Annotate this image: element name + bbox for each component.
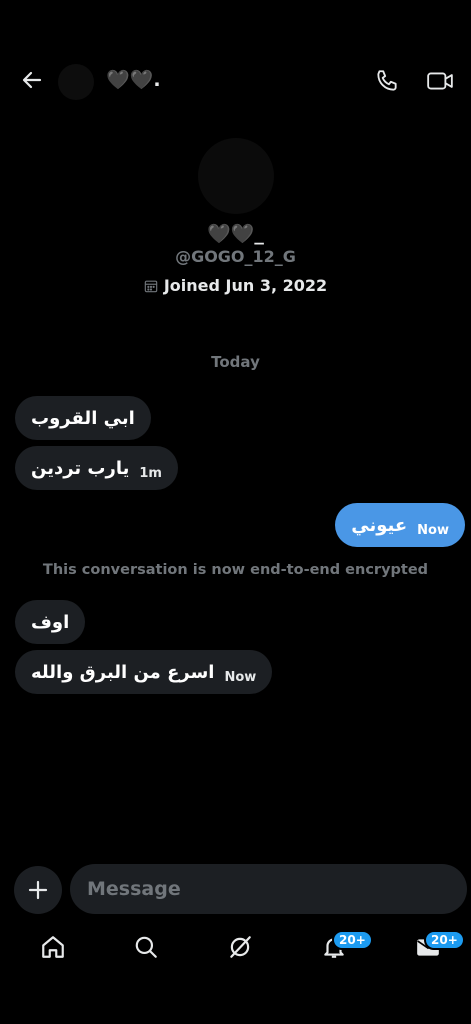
grok-icon[interactable] xyxy=(227,934,253,960)
bottom-nav: 20+ 20+ xyxy=(0,930,471,970)
message-text: اوف xyxy=(31,611,70,633)
header-name[interactable]: 🖤🖤. xyxy=(106,68,161,91)
message-input[interactable]: Message xyxy=(70,864,467,914)
messages-badge: 20+ xyxy=(424,930,465,950)
profile-handle[interactable]: @GOGO_12_G xyxy=(0,247,471,266)
message-text: ابي القروب xyxy=(31,407,135,429)
date-divider: Today xyxy=(211,353,260,371)
message-text: اسرع من البرق والله xyxy=(31,661,215,683)
home-icon[interactable] xyxy=(40,934,66,960)
calendar-icon xyxy=(144,280,158,292)
header-avatar[interactable] xyxy=(58,64,94,100)
joined-date: Joined Jun 3, 2022 xyxy=(0,276,471,295)
message-time: Now xyxy=(224,670,257,685)
message-text: عيوني xyxy=(351,514,408,536)
message-bubble-received[interactable]: يارب تردين 1m xyxy=(15,446,178,490)
profile-summary: 🖤🖤_ @GOGO_12_G Joined Jun 3, 2022 xyxy=(0,138,471,295)
message-time: Now xyxy=(417,523,449,538)
message-bubble-received[interactable]: اسرع من البرق والله Now xyxy=(15,650,273,694)
message-bubble-sent[interactable]: عيوني Now xyxy=(335,503,465,547)
video-camera-icon[interactable] xyxy=(426,68,454,94)
phone-icon[interactable] xyxy=(374,68,400,94)
joined-label: Joined Jun 3, 2022 xyxy=(163,276,328,295)
plus-icon xyxy=(28,880,48,900)
profile-name: 🖤🖤_ xyxy=(207,223,264,245)
message-placeholder: Message xyxy=(87,878,181,900)
conversation-header: 🖤🖤. xyxy=(0,50,471,110)
message-bubble-received[interactable]: اوف xyxy=(15,600,86,644)
message-text: يارب تردين xyxy=(31,457,130,479)
arrow-left-icon[interactable] xyxy=(20,68,44,92)
notifications-badge: 20+ xyxy=(332,930,373,950)
add-attachment-button[interactable] xyxy=(14,866,62,914)
encryption-notice: This conversation is now end-to-end encr… xyxy=(42,562,429,578)
profile-avatar[interactable] xyxy=(197,138,274,214)
search-icon[interactable] xyxy=(133,934,159,960)
message-bubble-received[interactable]: ابي القروب xyxy=(15,396,151,440)
message-time: 1m xyxy=(139,466,162,481)
